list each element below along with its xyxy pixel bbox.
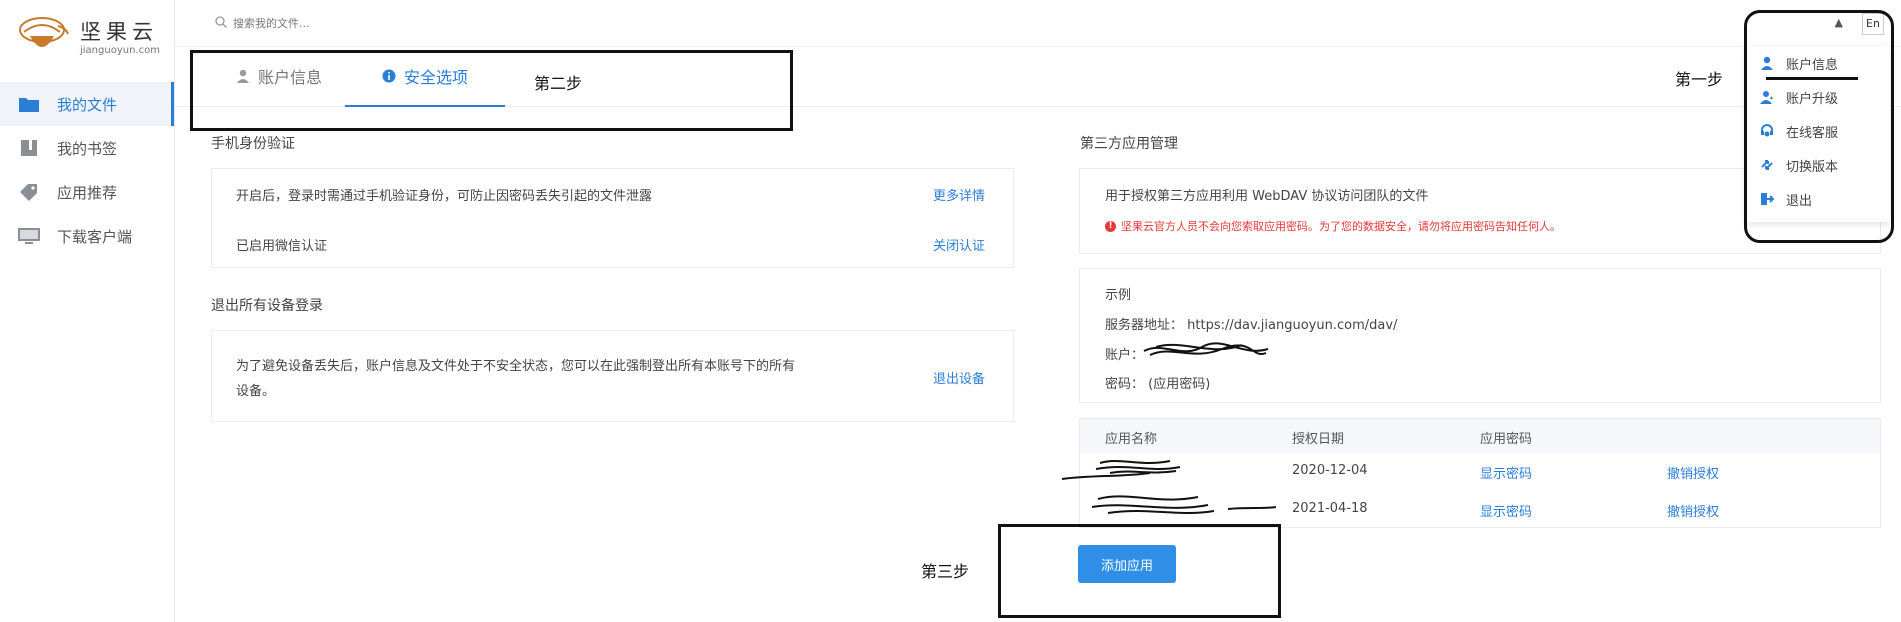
search-icon	[215, 15, 227, 31]
sidebar-item-label: 我的书签	[57, 139, 118, 158]
example-card: 示例 服务器地址： https://dav.jianguoyun.com/dav…	[1079, 268, 1881, 403]
authorized-apps-table: 应用名称 授权日期 应用密码 2020-12-04 显示密码 撤销授权 2021…	[1061, 418, 1881, 528]
password-row: 密码： (应用密码)	[1105, 373, 1210, 392]
monitor-icon	[18, 227, 40, 245]
sidebar-item-my-files[interactable]: 我的文件	[0, 82, 174, 126]
show-password-link[interactable]: 显示密码	[1480, 463, 1532, 482]
sidebar: 坚果云 jianguoyun.com 我的文件 我的书签 应用推荐 下载客户端	[0, 0, 175, 622]
third-party-desc: 用于授权第三方应用利用 WebDAV 协议访问团队的文件	[1105, 189, 1429, 204]
more-details-link[interactable]: 更多详情	[933, 185, 985, 204]
row-date: 2021-04-18	[1292, 501, 1368, 516]
revoke-authorization-link[interactable]: 撤销授权	[1667, 463, 1719, 482]
annotation-box-dropdown	[1744, 10, 1894, 243]
annotation-step1: 第一步	[1675, 70, 1724, 89]
sidebar-item-label: 下载客户端	[57, 227, 133, 246]
sidebar-item-download-client[interactable]: 下载客户端	[0, 214, 174, 258]
logout-all-card: 为了避免设备丢失后，账户信息及文件处于不安全状态，您可以在此强制登出所有本账号下…	[211, 330, 1014, 422]
security-warning: ! 坚果云官方人员不会向您索取应用密码。为了您的数据安全，请勿将应用密码告知任何…	[1105, 218, 1561, 234]
logo-name-en: jianguoyun.com	[80, 45, 160, 56]
example-title: 示例	[1105, 288, 1132, 303]
redaction-scribble	[1143, 342, 1269, 356]
close-auth-link[interactable]: 关闭认证	[933, 235, 985, 254]
password-value: (应用密码)	[1148, 377, 1211, 392]
annotation-box-tabs	[190, 50, 793, 131]
logout-all-desc-line1: 为了避免设备丢失后，账户信息及文件处于不安全状态，您可以在此强制登出所有本账号下…	[236, 359, 796, 374]
alert-icon: !	[1105, 220, 1116, 232]
redaction-scribble	[1061, 460, 1181, 480]
search-box[interactable]: 搜索我的文件...	[215, 15, 310, 31]
column-header-app-name: 应用名称	[1105, 432, 1158, 447]
third-party-title: 第三方应用管理	[1080, 136, 1178, 152]
logo-name-cn: 坚果云	[80, 20, 158, 44]
account-label: 账户：	[1105, 348, 1145, 363]
redaction-scribble	[1091, 495, 1277, 514]
sidebar-item-label: 我的文件	[57, 95, 118, 114]
phone-auth-title: 手机身份验证	[211, 136, 295, 152]
logout-devices-link[interactable]: 退出设备	[933, 368, 985, 387]
phone-auth-desc: 开启后，登录时需通过手机验证身份，可防止因密码丢失引起的文件泄露	[236, 189, 653, 204]
sidebar-nav: 我的文件 我的书签 应用推荐 下载客户端	[0, 82, 174, 258]
phone-auth-card: 开启后，登录时需通过手机验证身份，可防止因密码丢失引起的文件泄露 更多详情 已启…	[211, 168, 1014, 268]
logout-all-desc-line2: 设备。	[236, 384, 276, 399]
column-header-date: 授权日期	[1292, 432, 1345, 447]
server-label: 服务器地址：	[1105, 318, 1184, 333]
tag-icon	[18, 183, 40, 201]
show-password-link[interactable]: 显示密码	[1480, 501, 1532, 520]
sidebar-item-bookmarks[interactable]: 我的书签	[0, 126, 174, 170]
annotation-box-add	[998, 524, 1281, 618]
warning-text: 坚果云官方人员不会向您索取应用密码。为了您的数据安全，请勿将应用密码告知任何人。	[1121, 220, 1561, 233]
top-bar: 搜索我的文件... ▲ En	[175, 0, 1901, 47]
table-header: 应用名称 授权日期 应用密码	[1080, 419, 1880, 453]
logo[interactable]: 坚果云 jianguoyun.com	[18, 14, 160, 58]
sidebar-item-app-recommend[interactable]: 应用推荐	[0, 170, 174, 214]
annotation-step3: 第三步	[921, 562, 970, 581]
search-input[interactable]: 搜索我的文件...	[233, 15, 310, 31]
acorn-logo-icon	[18, 14, 74, 58]
logout-all-title: 退出所有设备登录	[211, 298, 323, 314]
phone-auth-status: 已启用微信认证	[236, 239, 328, 254]
password-label: 密码：	[1105, 377, 1145, 392]
revoke-authorization-link[interactable]: 撤销授权	[1667, 501, 1719, 520]
server-address-row: 服务器地址： https://dav.jianguoyun.com/dav/	[1105, 314, 1397, 333]
server-value: https://dav.jianguoyun.com/dav/	[1187, 318, 1398, 333]
column-header-password: 应用密码	[1480, 432, 1533, 447]
sidebar-item-label: 应用推荐	[57, 183, 118, 202]
folder-icon	[18, 95, 40, 113]
row-date: 2020-12-04	[1292, 463, 1368, 478]
bookmark-icon	[18, 139, 40, 157]
